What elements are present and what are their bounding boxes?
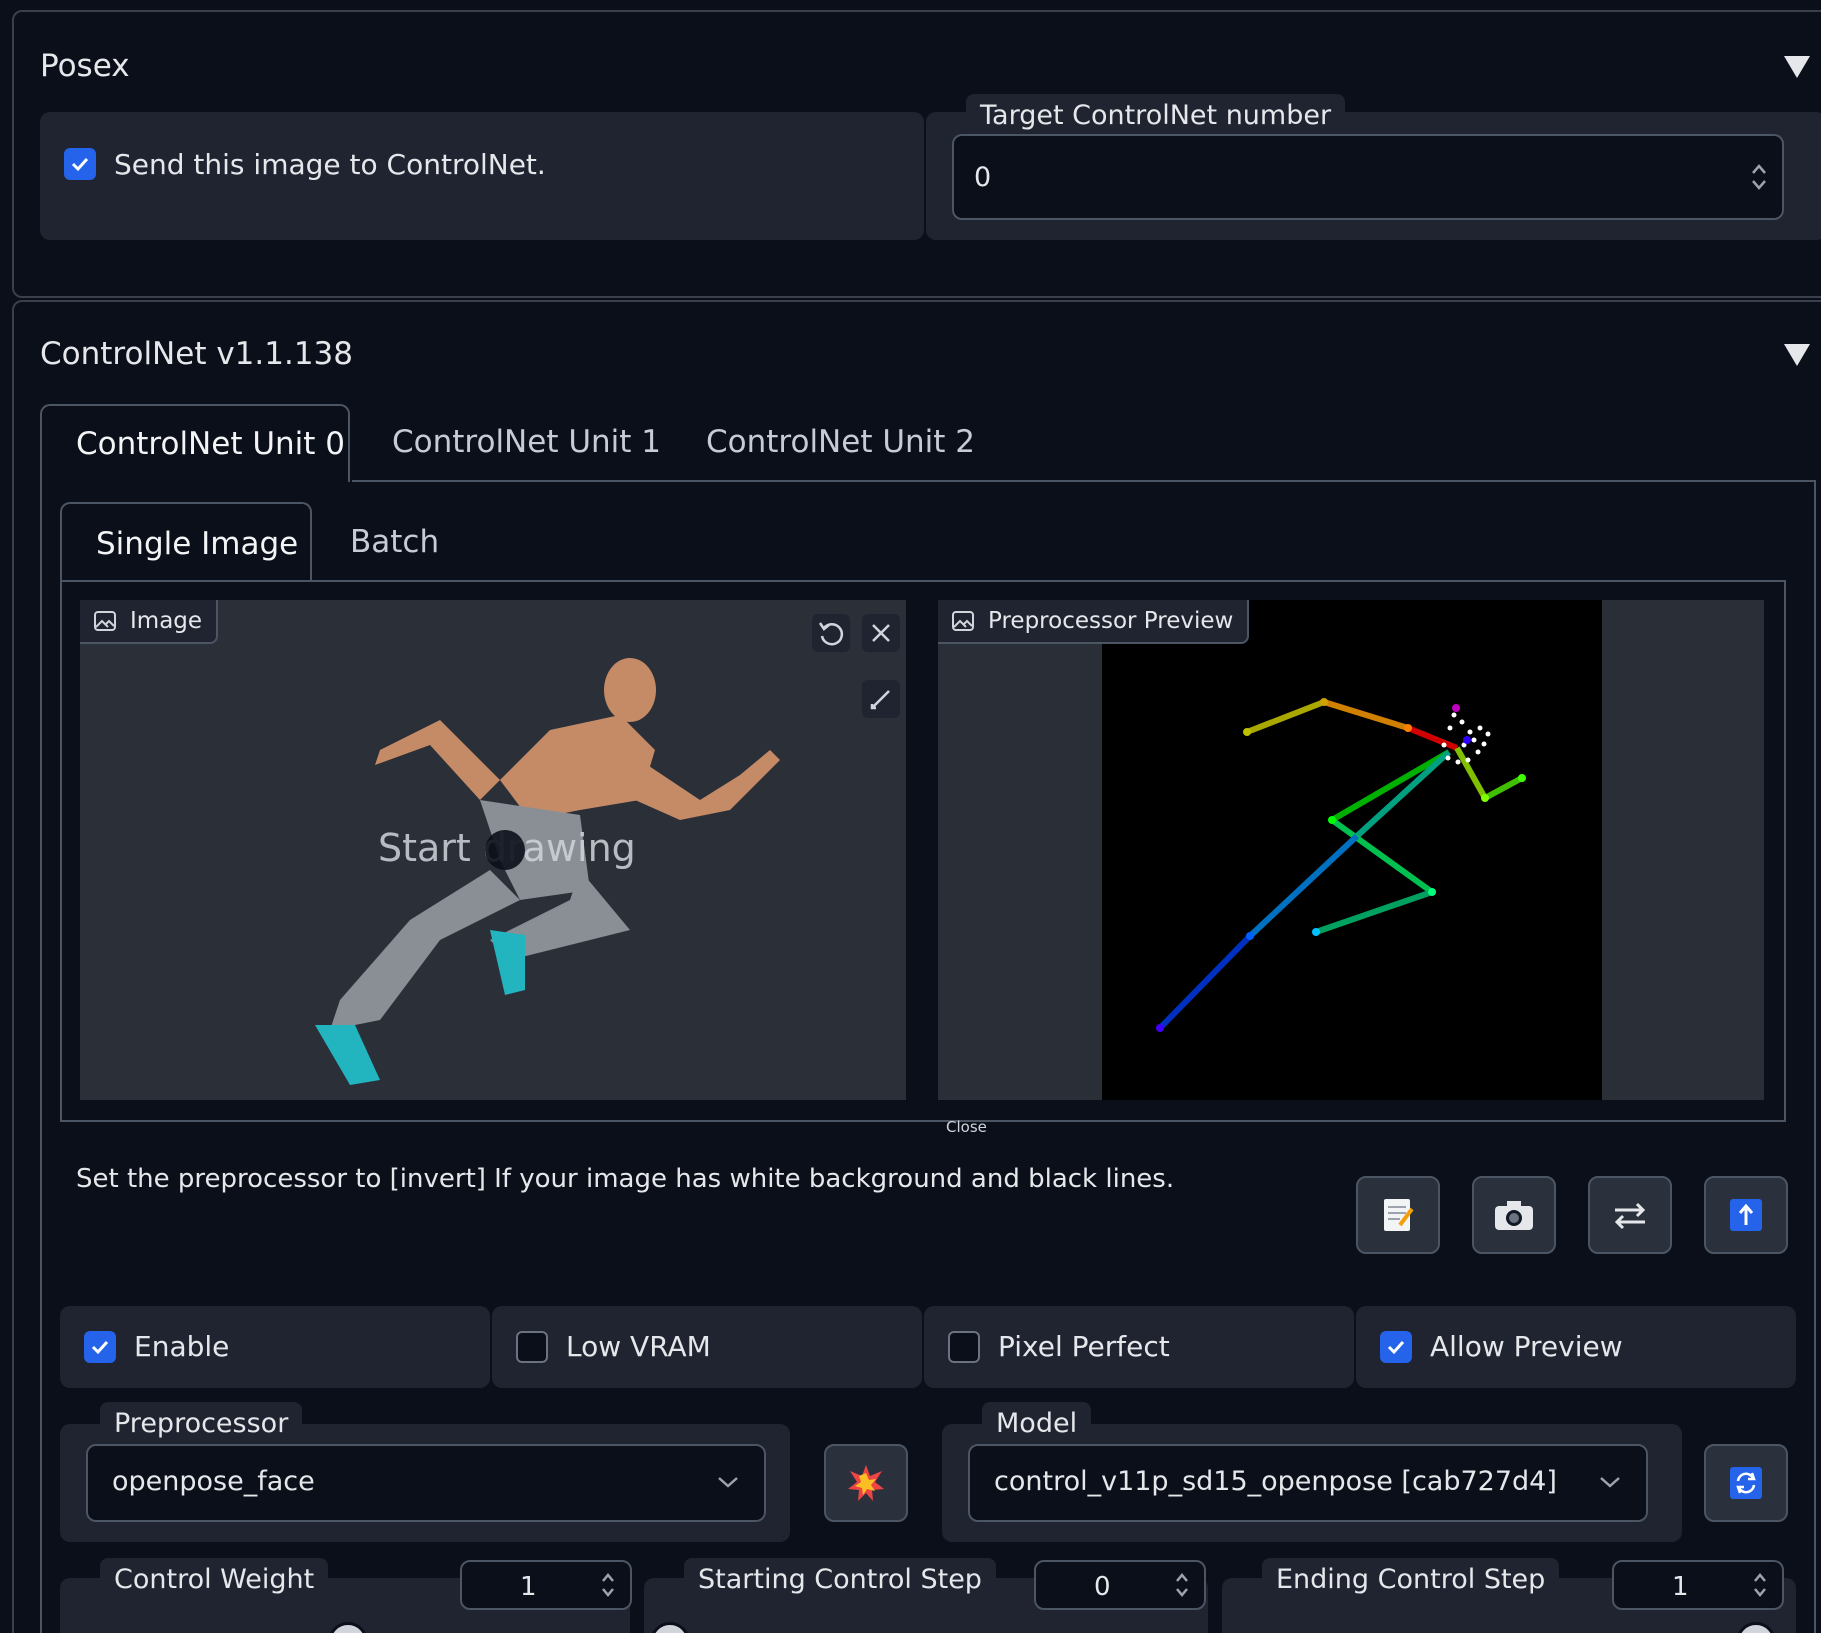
preprocessor-select[interactable]: openpose_face bbox=[86, 1444, 766, 1522]
image-icon bbox=[952, 611, 974, 631]
image-label: Image bbox=[80, 600, 219, 644]
target-controlnet-label: Target ControlNet number bbox=[966, 94, 1346, 137]
preprocessor-label: Preprocessor bbox=[100, 1402, 303, 1445]
allow-preview-option[interactable]: Allow Preview bbox=[1356, 1306, 1796, 1388]
target-controlnet-input[interactable]: 0 bbox=[952, 134, 1784, 220]
undo-button[interactable] bbox=[812, 614, 850, 652]
target-controlnet-block: Target ControlNet number 0 bbox=[926, 94, 1821, 240]
mirror-webcam-button[interactable] bbox=[1588, 1176, 1672, 1254]
start-step-input[interactable]: 0 bbox=[1034, 1560, 1206, 1610]
collapse-triangle-icon[interactable] bbox=[1784, 344, 1810, 366]
controlnet-title[interactable]: ControlNet v1.1.138 bbox=[40, 336, 353, 372]
refresh-models-button[interactable] bbox=[1704, 1444, 1788, 1522]
send-to-controlnet-checkbox[interactable] bbox=[64, 148, 96, 180]
end-step-value: 1 bbox=[1672, 1572, 1689, 1602]
send-dimensions-button[interactable] bbox=[1704, 1176, 1788, 1254]
model-label: Model bbox=[982, 1402, 1092, 1445]
control-weight-block: Control Weight 1 bbox=[60, 1558, 632, 1633]
allow-preview-checkbox[interactable] bbox=[1380, 1331, 1412, 1363]
spinner-icon[interactable] bbox=[600, 1570, 616, 1600]
end-step-label: Ending Control Step bbox=[1262, 1558, 1560, 1601]
refresh-icon bbox=[1730, 1467, 1762, 1499]
brush-cursor bbox=[485, 830, 525, 870]
control-weight-knob[interactable] bbox=[328, 1622, 368, 1633]
brush-icon bbox=[870, 690, 890, 710]
chevron-down-icon bbox=[1600, 1477, 1620, 1488]
image-icon bbox=[94, 611, 116, 631]
end-step-knob[interactable] bbox=[1736, 1622, 1776, 1633]
posex-panel: Posex Send this image to ControlNet. Tar… bbox=[12, 10, 1821, 298]
target-controlnet-value: 0 bbox=[974, 162, 992, 193]
camera-icon bbox=[1495, 1201, 1533, 1230]
preview-label: Preprocessor Preview bbox=[938, 600, 1250, 644]
collapse-triangle-icon[interactable] bbox=[1784, 56, 1810, 78]
pixel-perfect-label: Pixel Perfect bbox=[998, 1330, 1170, 1363]
allow-preview-label: Allow Preview bbox=[1430, 1330, 1623, 1363]
input-image-canvas[interactable]: Image Start drawing bbox=[80, 600, 906, 1100]
pixel-perfect-option[interactable]: Pixel Perfect bbox=[924, 1306, 1354, 1388]
preprocessor-value: openpose_face bbox=[112, 1466, 315, 1497]
pose-skeleton-image bbox=[1102, 600, 1602, 1100]
start-step-knob[interactable] bbox=[650, 1622, 690, 1633]
control-weight-input[interactable]: 1 bbox=[460, 1560, 632, 1610]
clear-image-button[interactable] bbox=[862, 614, 900, 652]
upload-arrow-icon bbox=[1730, 1199, 1762, 1231]
open-new-canvas-button[interactable] bbox=[1356, 1176, 1440, 1254]
tab-batch[interactable]: Batch bbox=[350, 524, 439, 560]
low-vram-checkbox[interactable] bbox=[516, 1331, 548, 1363]
swap-arrows-icon bbox=[1614, 1202, 1646, 1230]
start-step-label: Starting Control Step bbox=[684, 1558, 996, 1601]
enable-option[interactable]: Enable bbox=[60, 1306, 490, 1388]
low-vram-label: Low VRAM bbox=[566, 1330, 711, 1363]
spinner-icon[interactable] bbox=[1750, 161, 1768, 193]
tab-controlnet-unit-1[interactable]: ControlNet Unit 1 bbox=[392, 424, 661, 460]
control-weight-label: Control Weight bbox=[100, 1558, 329, 1601]
tab-controlnet-unit-0[interactable]: ControlNet Unit 0 bbox=[40, 404, 350, 482]
close-icon bbox=[872, 624, 890, 642]
send-to-controlnet-label: Send this image to ControlNet. bbox=[114, 148, 546, 181]
end-step-block: Ending Control Step 1 bbox=[1222, 1558, 1796, 1633]
preprocessor-block: Preprocessor openpose_face bbox=[60, 1402, 790, 1542]
tab-single-image[interactable]: Single Image bbox=[60, 502, 312, 582]
end-step-input[interactable]: 1 bbox=[1612, 1560, 1784, 1610]
model-value: control_v11p_sd15_openpose [cab727d4] bbox=[994, 1466, 1557, 1497]
undo-icon bbox=[818, 622, 844, 646]
webcam-button[interactable] bbox=[1472, 1176, 1556, 1254]
start-step-value: 0 bbox=[1094, 1572, 1111, 1602]
model-block: Model control_v11p_sd15_openpose [cab727… bbox=[942, 1402, 1682, 1542]
spinner-icon[interactable] bbox=[1174, 1570, 1190, 1600]
control-weight-value: 1 bbox=[520, 1572, 537, 1602]
tab-controlnet-unit-2[interactable]: ControlNet Unit 2 bbox=[706, 424, 975, 460]
preprocessor-hint-text: Set the preprocessor to [invert] If your… bbox=[76, 1164, 1175, 1194]
pixel-perfect-checkbox[interactable] bbox=[948, 1331, 980, 1363]
chevron-down-icon bbox=[718, 1477, 738, 1488]
controlnet-panel: ControlNet v1.1.138 ControlNet Unit 0 Co… bbox=[12, 300, 1821, 1633]
preprocessor-preview-canvas[interactable]: Preprocessor Preview bbox=[938, 600, 1764, 1100]
run-preprocessor-button[interactable] bbox=[824, 1444, 908, 1522]
enable-label: Enable bbox=[134, 1330, 230, 1363]
low-vram-option[interactable]: Low VRAM bbox=[492, 1306, 922, 1388]
start-step-block: Starting Control Step 0 bbox=[644, 1558, 1208, 1633]
enable-checkbox[interactable] bbox=[84, 1331, 116, 1363]
memo-icon bbox=[1384, 1199, 1414, 1231]
spinner-icon[interactable] bbox=[1752, 1570, 1768, 1600]
send-to-controlnet-block: Send this image to ControlNet. bbox=[40, 112, 924, 240]
explosion-icon bbox=[848, 1465, 884, 1501]
model-select[interactable]: control_v11p_sd15_openpose [cab727d4] bbox=[968, 1444, 1648, 1522]
brush-button[interactable] bbox=[862, 680, 900, 718]
close-preview-link[interactable]: Close bbox=[946, 1118, 987, 1136]
image-label-text: Image bbox=[130, 608, 203, 634]
preview-label-text: Preprocessor Preview bbox=[988, 608, 1234, 634]
posex-title[interactable]: Posex bbox=[40, 48, 130, 84]
